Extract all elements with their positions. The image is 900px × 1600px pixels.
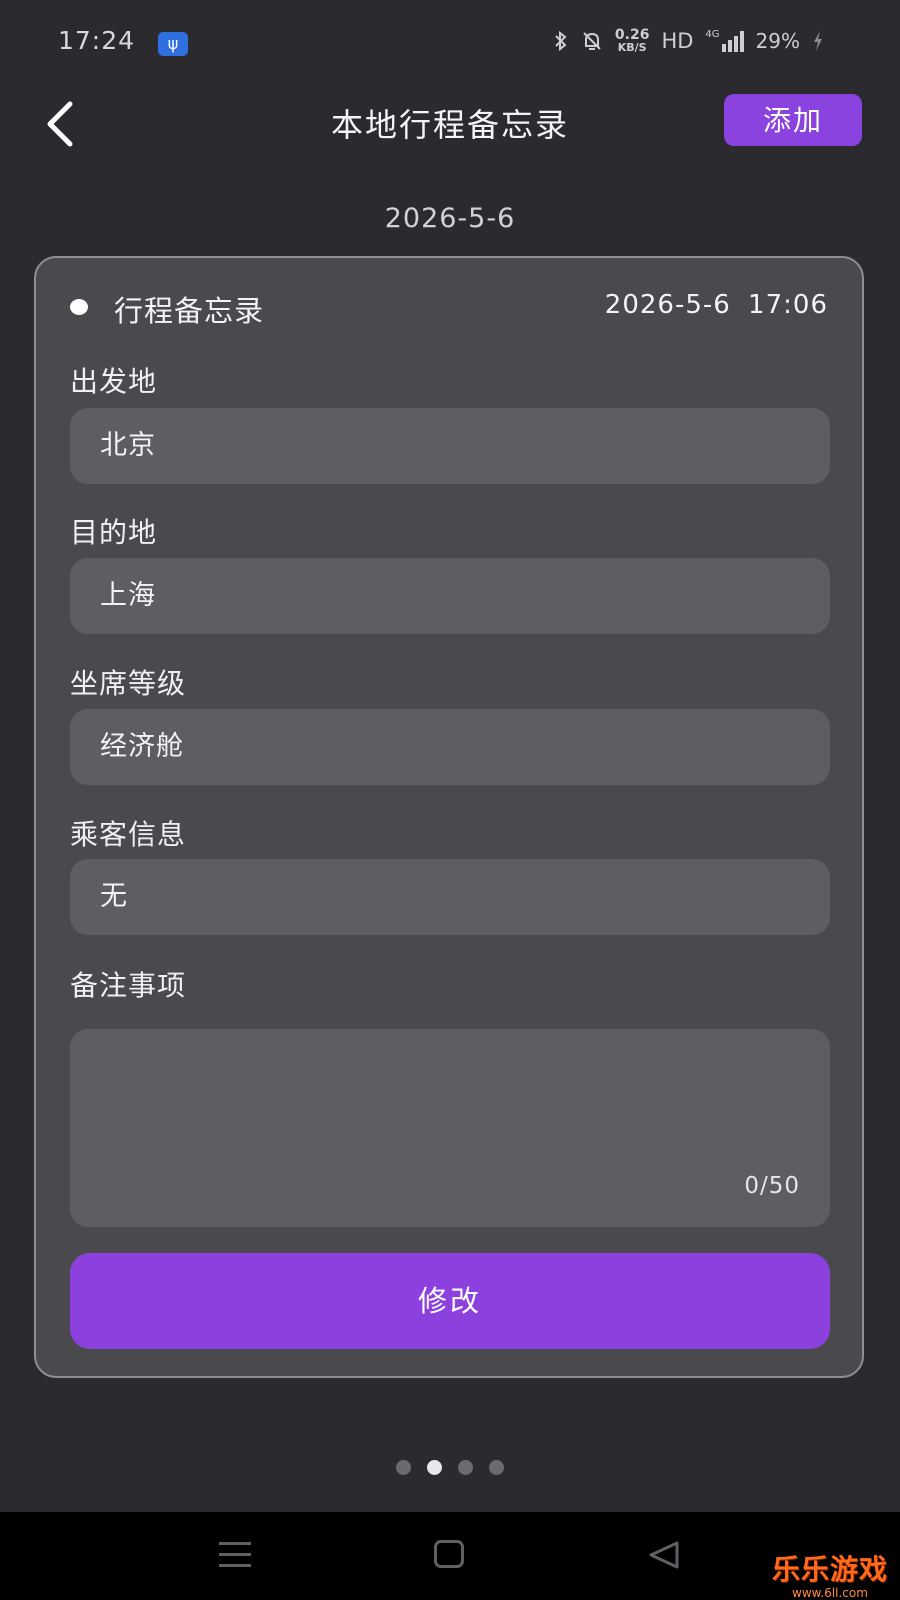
back-triangle-icon[interactable] (647, 1540, 681, 1570)
network-speed-unit: KB/S (617, 41, 647, 54)
usb-icon: ψ (158, 32, 188, 56)
network-speed: 0.26 KB/S (615, 28, 650, 53)
chevron-left-icon (47, 101, 73, 147)
notes-label: 备注事项 (70, 969, 187, 1002)
seat-class-label: 坐席等级 (70, 667, 187, 700)
page-dot[interactable] (489, 1460, 504, 1475)
notes-char-count: 0/50 (744, 1173, 800, 1199)
hd-indicator: HD (661, 28, 694, 53)
passenger-field[interactable]: 无 (70, 859, 830, 935)
card-timestamp: 2026-5-6 17:06 (604, 290, 828, 320)
watermark-url: www.6ll.com (792, 1586, 868, 1600)
back-button[interactable] (38, 94, 88, 148)
bullet-dot (70, 299, 88, 315)
page-dot[interactable] (458, 1460, 473, 1475)
status-icons: 0.26 KB/S HD 4G 29% (553, 28, 824, 53)
page-indicator (0, 1460, 900, 1475)
network-type: 4G (705, 28, 720, 40)
destination-field[interactable]: 上海 (70, 558, 830, 634)
status-bar: 17:24 ψ 0.26 KB/S HD 4G 29% (0, 0, 900, 86)
page-dot[interactable] (396, 1460, 411, 1475)
network-speed-value: 0.26 (614, 27, 650, 43)
system-nav-bar (0, 1512, 900, 1600)
home-icon[interactable] (434, 1540, 464, 1568)
watermark-logo: 乐乐游戏 www.6ll.com (772, 1548, 888, 1600)
menu-icon[interactable] (219, 1542, 251, 1570)
passenger-label: 乘客信息 (70, 818, 187, 851)
page-dot-active[interactable] (427, 1460, 442, 1475)
departure-field[interactable]: 北京 (70, 408, 830, 484)
notes-textarea[interactable]: 0/50 (70, 1029, 830, 1227)
status-time: 17:24 (58, 26, 136, 55)
charging-icon (814, 30, 822, 51)
signal-icon: 4G (705, 28, 744, 52)
departure-label: 出发地 (70, 365, 158, 398)
card-title: 行程备忘录 (114, 294, 265, 328)
seat-class-field[interactable]: 经济舱 (70, 709, 830, 785)
watermark-title: 乐乐游戏 (771, 1553, 888, 1586)
mute-bell-icon (583, 31, 601, 50)
destination-label: 目的地 (70, 516, 158, 549)
date-label: 2026-5-6 (384, 203, 516, 234)
bluetooth-icon (555, 30, 567, 51)
header: 本地行程备忘录 添加 (0, 86, 900, 156)
add-button[interactable]: 添加 (724, 94, 862, 146)
modify-button[interactable]: 修改 (70, 1253, 830, 1349)
card-header: 行程备忘录 2026-5-6 17:06 (70, 288, 828, 328)
battery-level: 29% (755, 28, 800, 53)
memo-card: 行程备忘录 2026-5-6 17:06 出发地 北京 目的地 上海 坐席等级 … (34, 256, 864, 1378)
